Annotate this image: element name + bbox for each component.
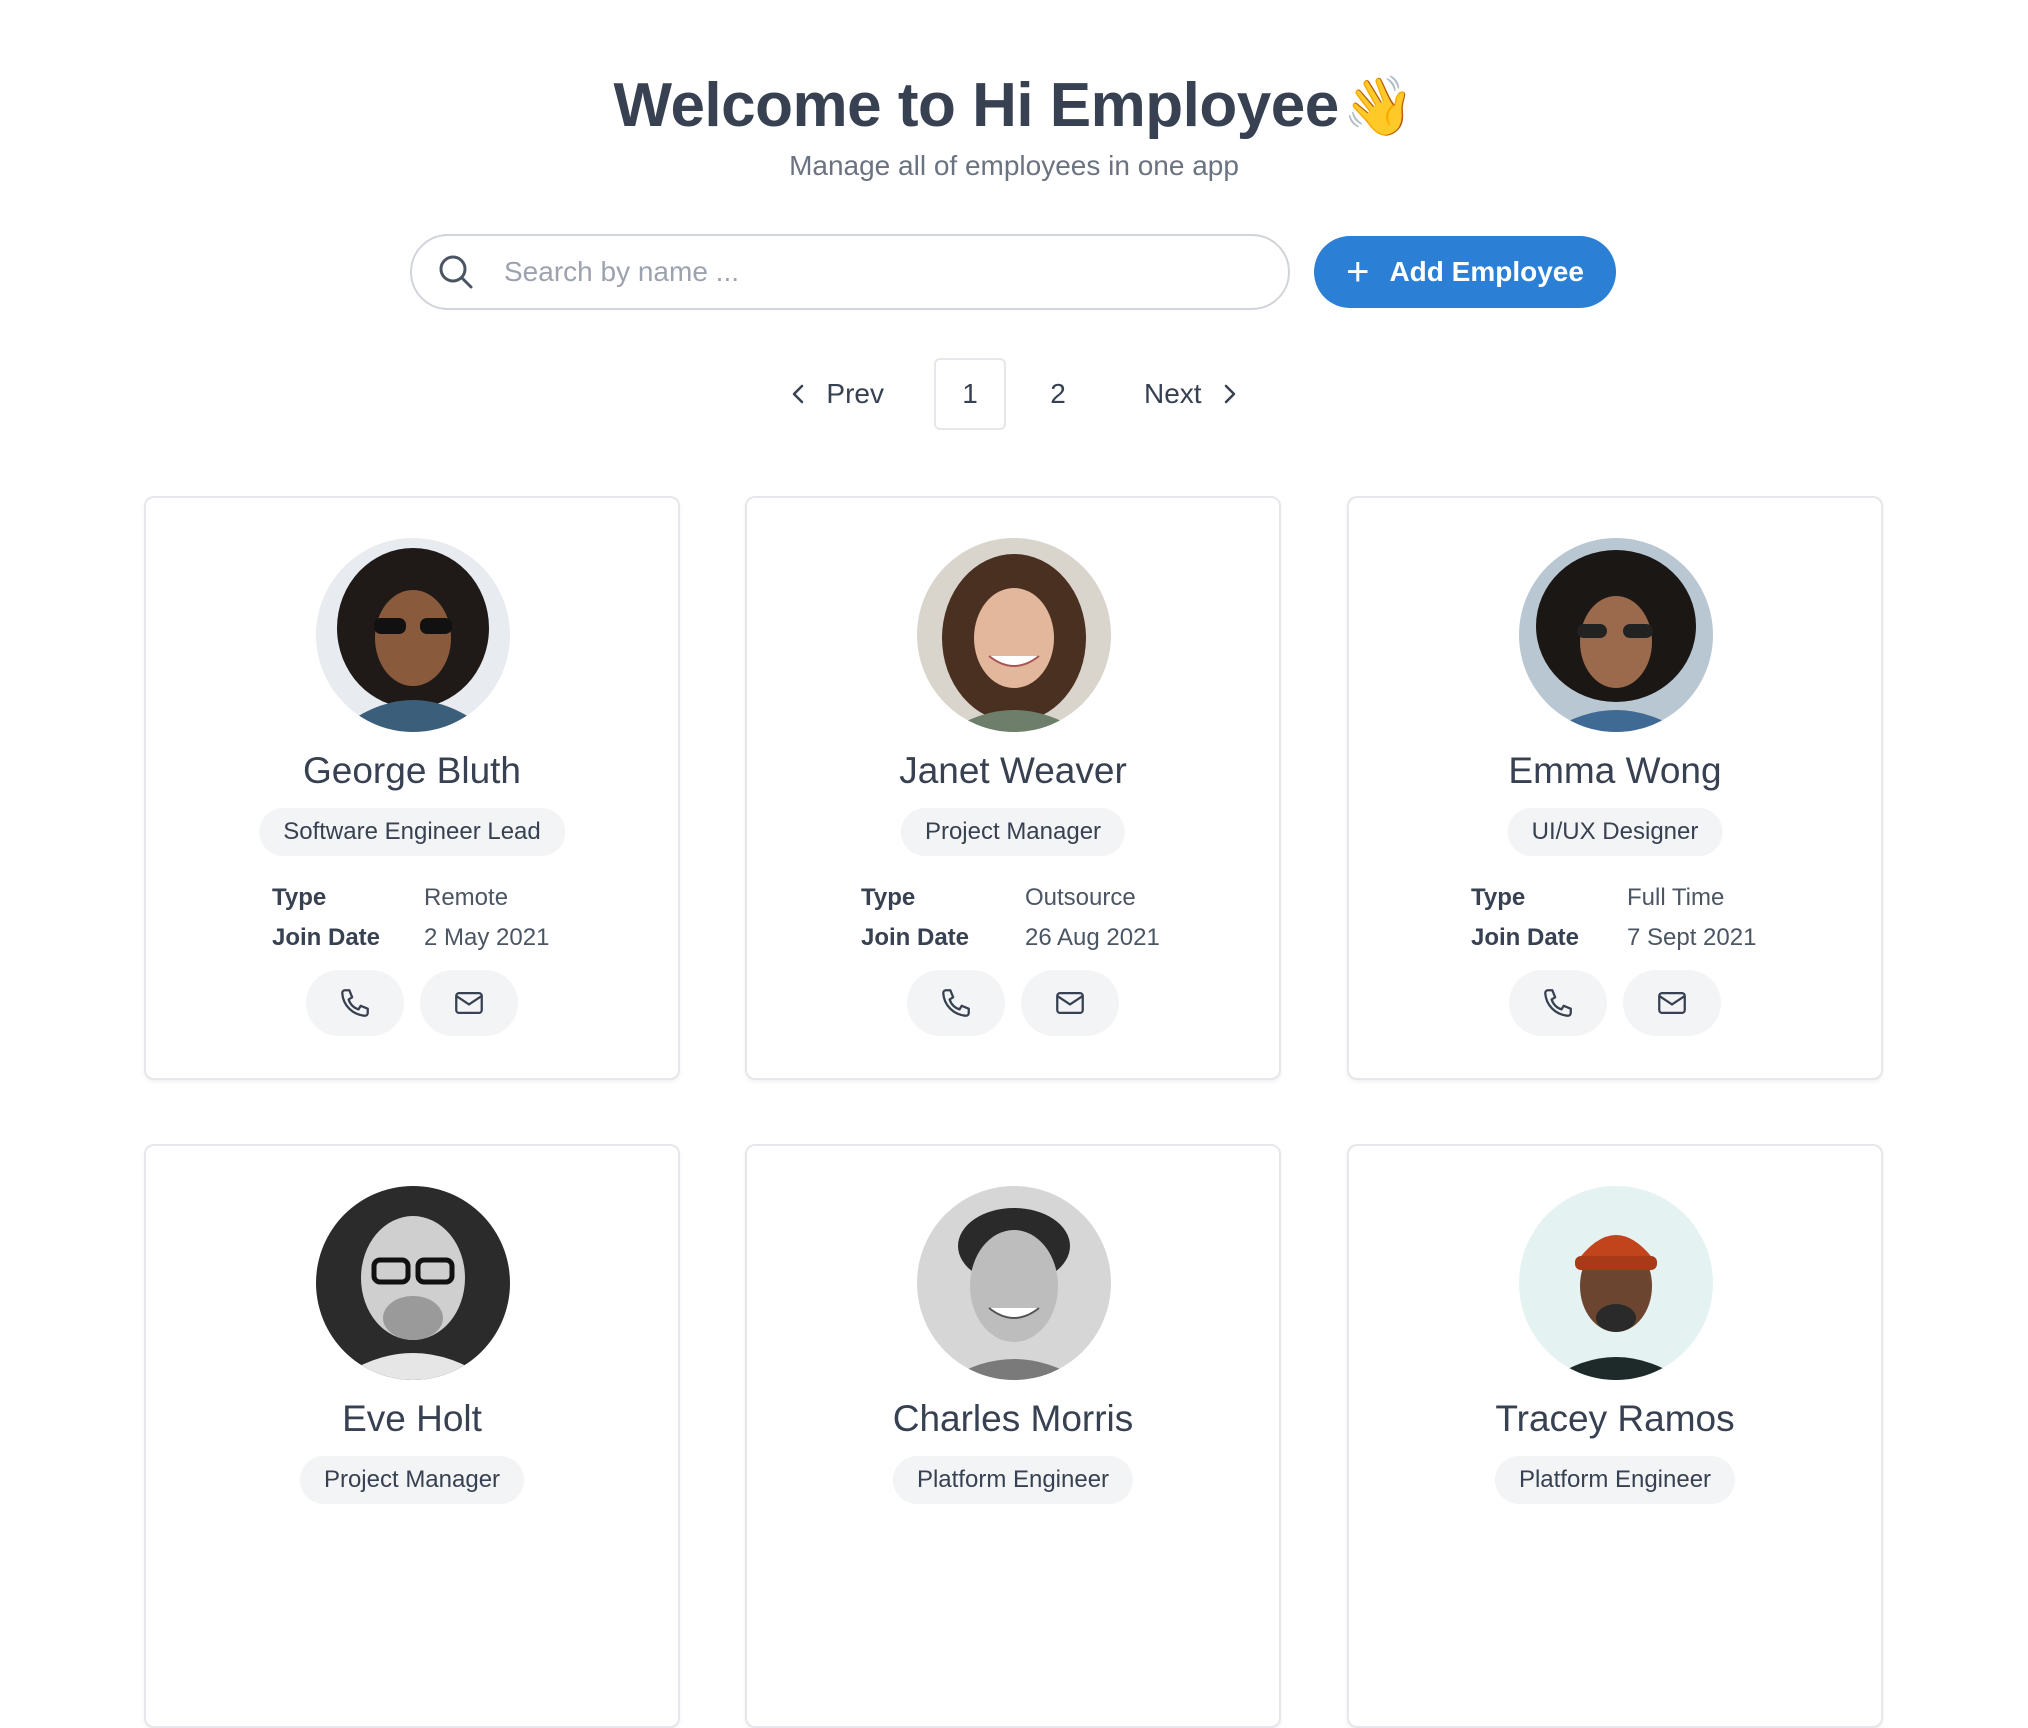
role-badge: Platform Engineer	[1494, 1456, 1736, 1504]
avatar	[1519, 538, 1713, 732]
meta-values: Full Time 7 Sept 2021	[1627, 878, 1756, 958]
call-button[interactable]	[907, 970, 1005, 1036]
page-title: Welcome to Hi Employee👋	[0, 70, 2028, 141]
employee-name: Eve Holt	[342, 1398, 482, 1439]
next-label: Next	[1144, 378, 1202, 409]
search-icon	[439, 255, 473, 289]
search-bar[interactable]	[410, 234, 1290, 310]
card-actions	[146, 970, 678, 1036]
add-employee-label: Add Employee	[1389, 256, 1584, 287]
role-badge: Software Engineer Lead	[259, 808, 565, 856]
type-value: Remote	[424, 884, 509, 911]
phone-icon	[341, 989, 369, 1017]
employee-name: Emma Wong	[1508, 750, 1722, 791]
chevron-left-icon	[793, 384, 804, 404]
waving-hand-icon: 👋	[1342, 74, 1415, 139]
plus-icon: +	[1346, 250, 1370, 294]
page-2-button[interactable]: 2	[1022, 358, 1094, 430]
type-label: Type	[272, 884, 327, 911]
role-badge: Project Manager	[900, 808, 1126, 856]
card-actions	[747, 970, 1279, 1036]
meta-labels: Type Join Date	[272, 878, 380, 958]
employee-card[interactable]: Emma Wong UI/UX Designer Type Join Date …	[1347, 496, 1883, 1080]
call-button[interactable]	[1509, 970, 1607, 1036]
prev-label: Prev	[826, 378, 884, 409]
email-button[interactable]	[1623, 970, 1721, 1036]
meta-values: Outsource 26 Aug 2021	[1025, 878, 1160, 958]
employee-name: Tracey Ramos	[1495, 1398, 1735, 1439]
phone-icon	[1544, 989, 1572, 1017]
mail-icon	[1658, 991, 1686, 1015]
avatar	[1519, 1186, 1713, 1380]
prev-page-button[interactable]: Prev	[768, 378, 904, 410]
type-value: Outsource	[1025, 884, 1136, 911]
type-value: Full Time	[1627, 884, 1725, 911]
join-date-value: 2 May 2021	[424, 924, 550, 951]
join-date-value: 26 Aug 2021	[1025, 924, 1160, 951]
role-badge: UI/UX Designer	[1507, 808, 1723, 856]
employee-card[interactable]: Eve Holt Project Manager	[144, 1144, 680, 1728]
join-date-label: Join Date	[1471, 924, 1580, 951]
page-subtitle: Manage all of employees in one app	[789, 150, 1239, 181]
employee-card[interactable]: Janet Weaver Project Manager Type Join D…	[745, 496, 1281, 1080]
employee-card[interactable]: Tracey Ramos Platform Engineer	[1347, 1144, 1883, 1728]
email-button[interactable]	[420, 970, 518, 1036]
type-label: Type	[861, 884, 916, 911]
call-button[interactable]	[306, 970, 404, 1036]
page-title-text: Welcome to Hi Employee	[613, 71, 1340, 140]
add-employee-button[interactable]: + Add Employee	[1314, 236, 1616, 308]
mail-icon	[1056, 991, 1084, 1015]
email-button[interactable]	[1021, 970, 1119, 1036]
join-date-label: Join Date	[861, 924, 970, 951]
card-actions	[1349, 970, 1881, 1036]
avatar	[917, 538, 1111, 732]
meta-labels: Type Join Date	[861, 878, 969, 958]
avatar	[316, 538, 510, 732]
page-1-button[interactable]: 1	[934, 358, 1006, 430]
pagination: Prev 1 2 Next	[0, 358, 2028, 430]
meta-labels: Type Join Date	[1471, 878, 1579, 958]
join-date-label: Join Date	[272, 924, 381, 951]
employee-card[interactable]: George Bluth Software Engineer Lead Type…	[144, 496, 680, 1080]
meta-values: Remote 2 May 2021	[424, 878, 549, 958]
mail-icon	[455, 991, 483, 1015]
employee-card[interactable]: Charles Morris Platform Engineer	[745, 1144, 1281, 1728]
search-input[interactable]	[504, 242, 1264, 302]
avatar	[917, 1186, 1111, 1380]
join-date-value: 7 Sept 2021	[1627, 924, 1757, 951]
type-label: Type	[1471, 884, 1526, 911]
phone-icon	[942, 989, 970, 1017]
employee-name: Charles Morris	[892, 1398, 1134, 1439]
role-badge: Platform Engineer	[892, 1456, 1134, 1504]
next-page-button[interactable]: Next	[1124, 378, 1260, 410]
chevron-right-icon	[1224, 384, 1235, 404]
role-badge: Project Manager	[299, 1456, 525, 1504]
employee-name: George Bluth	[302, 750, 522, 791]
avatar	[316, 1186, 510, 1380]
employee-name: Janet Weaver	[899, 750, 1127, 791]
